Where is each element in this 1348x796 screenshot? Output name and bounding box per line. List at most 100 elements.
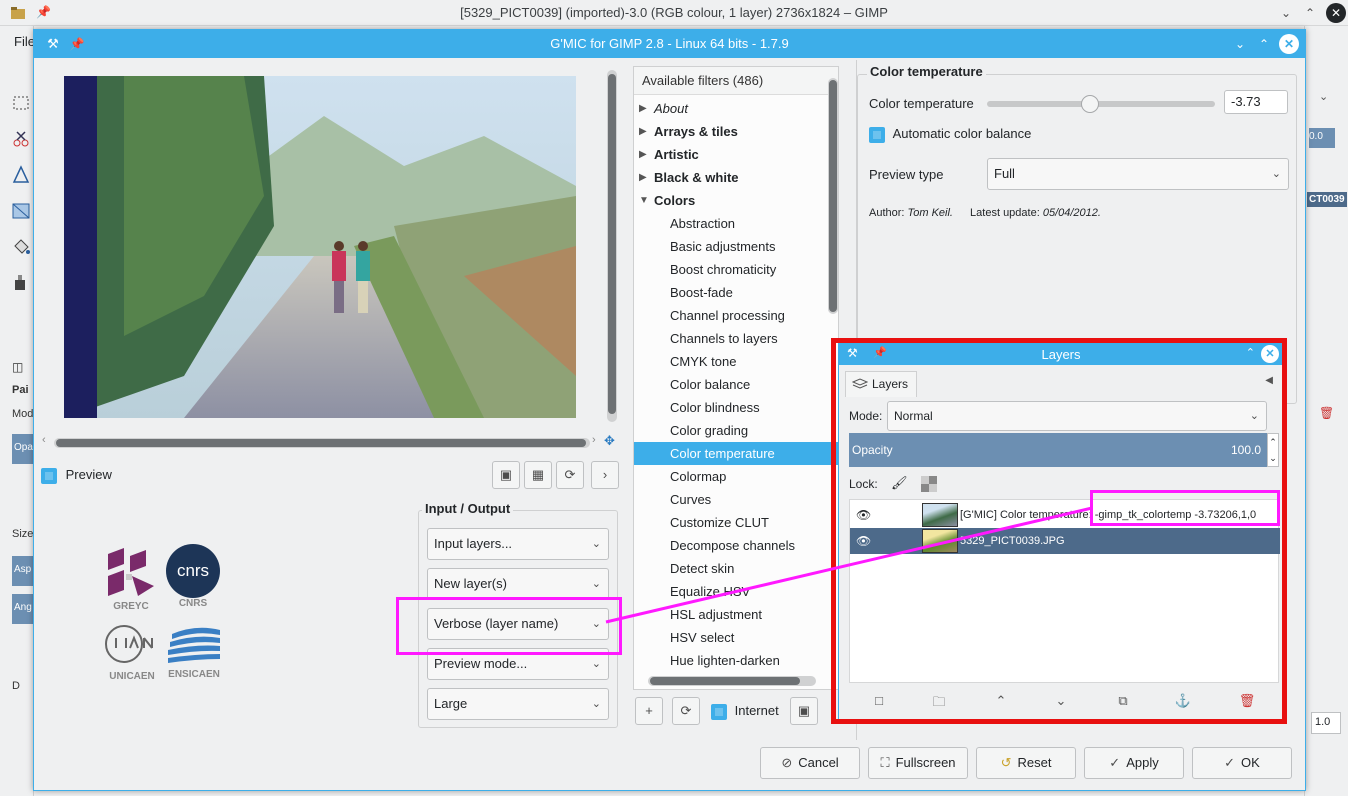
ink-icon[interactable] xyxy=(10,272,32,294)
refresh-preview-button[interactable]: ⟳ xyxy=(556,461,584,489)
layer-opacity-field[interactable]: Opacity 100.0 xyxy=(849,433,1267,467)
reset-button[interactable]: ↺ Reset xyxy=(976,747,1076,779)
preview-size-select[interactable]: Large ⌄ xyxy=(427,688,609,720)
preview-type-select[interactable]: Full ⌄ xyxy=(987,158,1289,190)
duplicate-layer-icon[interactable]: ⧉ xyxy=(1113,693,1133,709)
filters-hscroll[interactable] xyxy=(648,676,816,686)
opacity-short-field[interactable]: Opa xyxy=(12,434,34,464)
lock-alpha-icon[interactable] xyxy=(921,476,937,492)
filter-item[interactable]: Customize CLUT xyxy=(634,511,838,534)
apply-button[interactable]: ✓ Apply xyxy=(1084,747,1184,779)
layer-mode-select[interactable]: Normal ⌄ xyxy=(887,401,1267,431)
temp-spin[interactable]: -3.73 xyxy=(1224,90,1288,114)
fullscreen-button[interactable]: ⛶ Fullscreen xyxy=(868,747,968,779)
chevron-down-icon[interactable]: ⌄ xyxy=(1319,90,1328,103)
filter-item[interactable]: Color grading xyxy=(634,419,838,442)
filter-item[interactable]: Channels to layers xyxy=(634,327,838,350)
cancel-button[interactable]: ⊘ Cancel xyxy=(760,747,860,779)
angle-short-field[interactable]: Ang xyxy=(12,594,34,624)
layer-name[interactable]: [G'MIC] Color temperature: -gimp_tk_colo… xyxy=(960,502,1256,528)
lock-pixels-icon[interactable]: 🖌 xyxy=(891,475,908,491)
anchor-layer-icon[interactable]: ⚓ xyxy=(1173,693,1193,709)
filter-item[interactable]: Detect skin xyxy=(634,557,838,580)
ok-button[interactable]: ✓ OK xyxy=(1192,747,1292,779)
right-spin-field[interactable]: 1.0 xyxy=(1311,712,1341,734)
rect-select-icon[interactable] xyxy=(10,92,32,114)
close-icon[interactable]: ✕ xyxy=(1279,34,1299,54)
preview-image[interactable] xyxy=(64,76,576,418)
next-arrow-button[interactable]: › xyxy=(591,461,619,489)
filters-hscroll-thumb[interactable] xyxy=(650,677,800,685)
raise-layer-icon[interactable]: ⌃ xyxy=(991,693,1011,709)
filter-category-bw[interactable]: ▶ Black & white xyxy=(634,166,838,189)
new-group-icon[interactable]: 🗀 xyxy=(929,693,949,715)
layers-tab[interactable]: Layers xyxy=(845,371,917,397)
layer-list[interactable]: 👁 [G'MIC] Color temperature: -gimp_tk_co… xyxy=(849,499,1280,683)
layer-row-selected[interactable]: 👁 5329_PICT0039.JPG xyxy=(850,528,1280,554)
settings-button[interactable]: ▣ xyxy=(790,697,818,725)
verbosity-select[interactable]: Verbose (layer name) ⌄ xyxy=(427,608,609,640)
scroll-left-icon[interactable]: ‹ xyxy=(42,434,46,446)
filter-item[interactable]: CMYK tone xyxy=(634,350,838,373)
new-layer-icon[interactable]: □ xyxy=(869,693,889,708)
scissors-icon[interactable] xyxy=(10,128,32,150)
move-icon[interactable]: ✥ xyxy=(604,433,615,449)
menu-file[interactable]: File xyxy=(14,34,35,49)
tab-menu-icon[interactable]: ◀ xyxy=(1265,375,1273,386)
aspect-short-field[interactable]: Asp xyxy=(12,556,34,586)
filter-item[interactable]: HSV select xyxy=(634,626,838,649)
filters-vscroll-thumb[interactable] xyxy=(829,80,837,312)
close-icon[interactable]: ✕ xyxy=(1326,3,1346,23)
minimize-icon[interactable]: ⌄ xyxy=(1276,3,1296,23)
preview-mode-select[interactable]: Preview mode... ⌄ xyxy=(427,648,609,680)
preview-vscroll[interactable] xyxy=(607,70,617,422)
minimize-icon[interactable]: ⌄ xyxy=(1231,35,1249,53)
filter-item[interactable]: Boost chromaticity xyxy=(634,258,838,281)
close-icon[interactable]: ✕ xyxy=(1261,345,1279,363)
temp-slider[interactable] xyxy=(987,101,1215,107)
internet-toggle[interactable]: Internet xyxy=(711,703,779,720)
filter-category-colors[interactable]: ▼ Colors xyxy=(634,189,838,212)
filter-item[interactable]: Decompose channels xyxy=(634,534,838,557)
right-image-tab[interactable]: CT0039 xyxy=(1307,192,1347,207)
preview-toggle[interactable]: Preview xyxy=(41,467,112,484)
preview-hscroll-thumb[interactable] xyxy=(56,439,586,447)
auto-balance-toggle[interactable]: Automatic color balance xyxy=(869,126,1031,143)
auto-balance-checkbox[interactable] xyxy=(869,126,885,143)
filter-item[interactable]: Channel processing xyxy=(634,304,838,327)
bucket-fill-icon[interactable] xyxy=(10,236,32,258)
zoom-fit-button[interactable]: ▣ xyxy=(492,461,520,489)
maximize-icon[interactable]: ⌃ xyxy=(1255,35,1273,53)
filter-item[interactable]: Equalize HSV xyxy=(634,580,838,603)
output-mode-select[interactable]: New layer(s) ⌄ xyxy=(427,568,609,600)
lower-layer-icon[interactable]: ⌄ xyxy=(1051,693,1071,709)
visibility-eye-icon[interactable]: 👁 xyxy=(856,502,871,528)
refresh-filters-button[interactable]: ⟳ xyxy=(672,697,700,725)
temp-slider-knob[interactable] xyxy=(1080,95,1099,113)
delete-icon[interactable]: 🗑 xyxy=(1319,406,1334,420)
filter-category-arrays[interactable]: ▶ Arrays & tiles xyxy=(634,120,838,143)
internet-checkbox[interactable] xyxy=(711,703,727,720)
filter-item[interactable]: Color balance xyxy=(634,373,838,396)
opacity-spin-arrows[interactable]: ⌃ ⌄ xyxy=(1267,433,1279,467)
filter-item[interactable]: Abstraction xyxy=(634,212,838,235)
maximize-icon[interactable]: ⌃ xyxy=(1300,3,1320,23)
layer-row[interactable]: 👁 [G'MIC] Color temperature: -gimp_tk_co… xyxy=(850,502,1280,528)
tool-options-icon[interactable]: ◫ xyxy=(12,360,23,374)
layer-name[interactable]: 5329_PICT0039.JPG xyxy=(960,528,1065,554)
preview-checkbox[interactable] xyxy=(41,467,57,484)
right-value-field[interactable]: 0.0 xyxy=(1309,128,1335,148)
paths-icon[interactable] xyxy=(10,164,32,186)
filter-item[interactable]: Basic adjustments xyxy=(634,235,838,258)
zoom-in-button[interactable]: ▦ xyxy=(524,461,552,489)
transform-icon[interactable] xyxy=(10,200,32,222)
delete-layer-icon[interactable]: 🗑 xyxy=(1237,693,1257,709)
filters-vscroll[interactable] xyxy=(828,78,838,314)
filter-tree[interactable]: Available filters (486) ▶ About ▶ Arrays &… xyxy=(633,66,839,690)
add-fave-button[interactable]: + xyxy=(635,697,663,725)
filter-item[interactable]: HSL adjustment xyxy=(634,603,838,626)
input-layers-select[interactable]: Input layers... ⌄ xyxy=(427,528,609,560)
visibility-eye-icon[interactable]: 👁 xyxy=(856,528,871,554)
maximize-icon[interactable]: ⌃ xyxy=(1246,346,1255,359)
filter-item[interactable]: Colormap xyxy=(634,465,838,488)
